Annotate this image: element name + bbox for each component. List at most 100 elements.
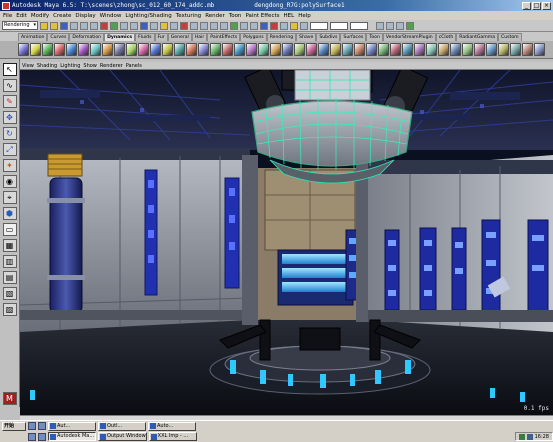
- hypershade-layout-icon[interactable]: ▧: [2, 287, 17, 300]
- history-icon[interactable]: [240, 21, 248, 30]
- render-globals-icon[interactable]: [290, 21, 298, 30]
- shelf-tab-animation[interactable]: Animation: [18, 33, 48, 41]
- volume-tray-icon[interactable]: [526, 433, 533, 440]
- manipulator-tool-icon[interactable]: ✦: [2, 159, 17, 172]
- shelf-tool-icon[interactable]: [270, 43, 281, 56]
- shelf-tool-icon[interactable]: [162, 43, 173, 56]
- shelf-tab-painteffects[interactable]: PaintEffects: [207, 33, 241, 41]
- shelf-tab-curves[interactable]: Curves: [47, 33, 70, 41]
- persp-graph-layout-icon[interactable]: ▤: [2, 271, 17, 284]
- menu-window[interactable]: Window: [100, 13, 122, 19]
- shelf-tab-polygons[interactable]: Polygons: [240, 33, 267, 41]
- shelf-tab-subdivs[interactable]: Subdivs: [316, 33, 341, 41]
- channel-box-toggle-icon[interactable]: [376, 21, 384, 30]
- menu-create[interactable]: Create: [53, 13, 71, 19]
- taskbar-button-output-window[interactable]: Output Window: [98, 432, 147, 442]
- rotate-tool-icon[interactable]: ↻: [2, 127, 17, 140]
- shelf-tab-fur[interactable]: Fur: [154, 33, 168, 41]
- tool-settings-toggle-icon[interactable]: [396, 21, 404, 30]
- menu-paint-effects[interactable]: Paint Effects: [245, 13, 279, 19]
- shelf-tool-icon[interactable]: [66, 43, 77, 56]
- menu-help[interactable]: Help: [298, 13, 311, 19]
- shelf-tool-icon[interactable]: [234, 43, 245, 56]
- mask-dynamics-icon[interactable]: [150, 21, 158, 30]
- close-button[interactable]: ×: [542, 1, 551, 10]
- last-tool-icon[interactable]: ⬢: [2, 207, 17, 220]
- paint-select-tool-icon[interactable]: ✎: [2, 95, 17, 108]
- attribute-editor-toggle-icon[interactable]: [386, 21, 394, 30]
- menu-modify[interactable]: Modify: [31, 13, 49, 19]
- taskbar-button-autodesk-maya[interactable]: Autodesk Ma...: [48, 432, 96, 442]
- shelf-tab-radiantgamma[interactable]: RadiantGamma: [456, 33, 499, 41]
- taskbar-button-aut[interactable]: Aut...: [48, 421, 96, 431]
- viewport-menu-shading[interactable]: Shading: [37, 63, 57, 69]
- viewport-menu-view[interactable]: View: [22, 63, 34, 69]
- snap-point-icon[interactable]: [210, 21, 218, 30]
- mask-curves-icon[interactable]: [120, 21, 128, 30]
- mask-joints-icon[interactable]: [110, 21, 118, 30]
- shelf-tool-icon[interactable]: [282, 43, 293, 56]
- shelf-tab-surfaces[interactable]: Surfaces: [340, 33, 367, 41]
- shelf-tab-rendering[interactable]: Rendering: [266, 33, 297, 41]
- shelf-tool-icon[interactable]: [150, 43, 161, 56]
- shelf-tool-icon[interactable]: [114, 43, 125, 56]
- mask-misc-icon[interactable]: [170, 21, 178, 30]
- viewport-menu-show[interactable]: Show: [83, 63, 97, 69]
- taskbar-button-auto[interactable]: Auto...: [148, 421, 196, 431]
- shelf-tool-icon[interactable]: [498, 43, 509, 56]
- shelf-tool-icon[interactable]: [378, 43, 389, 56]
- shelf-tool-icon[interactable]: [246, 43, 257, 56]
- taskbar-button-outliner[interactable]: Outl...: [98, 421, 146, 431]
- menu-set-dropdown[interactable]: Rendering: [2, 21, 38, 30]
- shelf-tool-icon[interactable]: [42, 43, 53, 56]
- four-view-layout-icon[interactable]: ▦: [2, 239, 17, 252]
- shelf-tool-icon[interactable]: [54, 43, 65, 56]
- new-scene-icon[interactable]: [40, 21, 48, 30]
- shelf-tool-icon[interactable]: [126, 43, 137, 56]
- scale-tool-icon[interactable]: ⤢: [2, 143, 17, 156]
- network-tray-icon[interactable]: [518, 433, 525, 440]
- shelf-tool-icon[interactable]: [138, 43, 149, 56]
- viewport-menu-panels[interactable]: Panels: [126, 63, 142, 69]
- mask-deformers-icon[interactable]: [140, 21, 148, 30]
- numeric-input-field[interactable]: [310, 21, 328, 30]
- maximize-button[interactable]: □: [532, 1, 541, 10]
- shelf-tool-icon[interactable]: [102, 43, 113, 56]
- shelf-tab-vendorstreamplugin[interactable]: VendorStreamPlugin: [382, 33, 436, 41]
- shelf-tool-icon[interactable]: [258, 43, 269, 56]
- shelf-tool-icon[interactable]: [426, 43, 437, 56]
- shelf-tool-icon[interactable]: [390, 43, 401, 56]
- input-field-mode-icon[interactable]: [300, 21, 308, 30]
- menu-hel[interactable]: HEL: [284, 13, 295, 19]
- numeric-input-z-field[interactable]: [350, 21, 368, 30]
- layer-editor-toggle-icon[interactable]: [406, 21, 414, 30]
- snap-curve-icon[interactable]: [200, 21, 208, 30]
- shelf-tool-icon[interactable]: [450, 43, 461, 56]
- show-manipulator-icon[interactable]: ⌖: [2, 191, 17, 204]
- shelf-tool-icon[interactable]: [174, 43, 185, 56]
- shelf-tool-icon[interactable]: [366, 43, 377, 56]
- taskbar-button-xxl-imp[interactable]: XXL Imp - ...: [148, 432, 197, 442]
- numeric-input-y-field[interactable]: [330, 21, 348, 30]
- perspective-viewport[interactable]: 0.1 fps: [20, 70, 553, 415]
- menu-render[interactable]: Render: [205, 13, 225, 19]
- shelf-tab-ccloth[interactable]: cCloth: [435, 33, 457, 41]
- open-scene-icon[interactable]: [50, 21, 58, 30]
- lasso-tool-icon[interactable]: ∿: [2, 79, 17, 92]
- shelf-tool-icon[interactable]: [198, 43, 209, 56]
- viewport-menu-renderer[interactable]: Renderer: [100, 63, 123, 69]
- shelf-tool-icon[interactable]: [402, 43, 413, 56]
- shelf-tool-icon[interactable]: [210, 43, 221, 56]
- shelf-tab-general[interactable]: General: [167, 33, 192, 41]
- menu-lighting-shading[interactable]: Lighting/Shading: [125, 13, 171, 19]
- maya-app-icon[interactable]: [2, 1, 10, 10]
- menu-texturing[interactable]: Texturing: [176, 13, 201, 19]
- mask-surfaces-icon[interactable]: [130, 21, 138, 30]
- shelf-tool-icon[interactable]: [306, 43, 317, 56]
- shelf-tool-icon[interactable]: [78, 43, 89, 56]
- custom-layout-icon[interactable]: ▨: [2, 303, 17, 316]
- shelf-tool-icon[interactable]: [342, 43, 353, 56]
- shelf-tool-icon[interactable]: [318, 43, 329, 56]
- menu-toon[interactable]: Toon: [229, 13, 242, 19]
- shelf-tool-icon[interactable]: [474, 43, 485, 56]
